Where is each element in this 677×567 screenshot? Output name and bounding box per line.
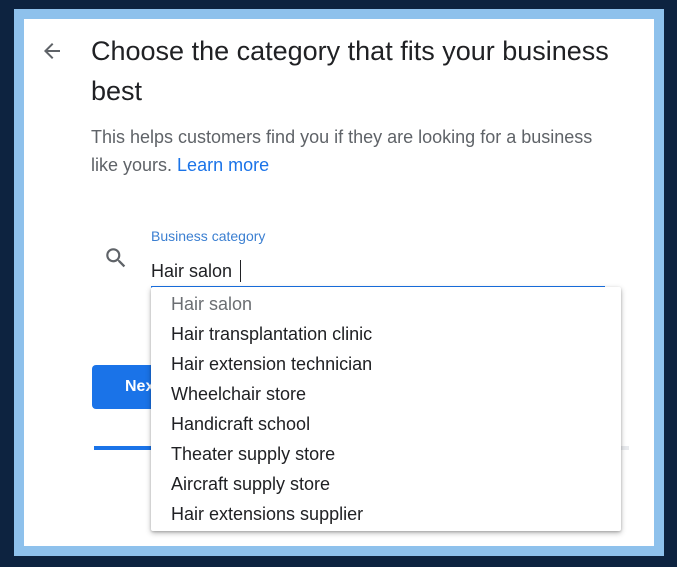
business-category-input[interactable]	[151, 256, 603, 286]
suggestion-item[interactable]: Hair transplantation clinic	[151, 319, 621, 349]
page-title: Choose the category that fits your busin…	[91, 36, 609, 106]
screenshot-frame: Choose the category that fits your busin…	[0, 0, 677, 567]
text-caret	[240, 260, 241, 282]
suggestion-item[interactable]: Hair salon	[151, 289, 621, 319]
search-icon	[106, 248, 126, 268]
category-card: Choose the category that fits your busin…	[24, 19, 654, 546]
learn-more-link[interactable]: Learn more	[177, 155, 269, 175]
suggestion-item[interactable]: Handicraft school	[151, 409, 621, 439]
page-description: This helps customers find you if they ar…	[91, 123, 611, 179]
description-text: This helps customers find you if they ar…	[91, 127, 593, 175]
suggestion-item[interactable]: Wheelchair store	[151, 379, 621, 409]
arrow-back-icon[interactable]	[40, 39, 64, 63]
suggestion-item[interactable]: Hair extensions supplier	[151, 499, 621, 529]
suggestion-item[interactable]: Aircraft supply store	[151, 469, 621, 499]
suggestion-item[interactable]: Theater supply store	[151, 439, 621, 469]
suggestion-item[interactable]: Hair extension technician	[151, 349, 621, 379]
progress-fill	[94, 446, 153, 450]
category-suggestions-dropdown: Hair salon Hair transplantation clinic Hai…	[151, 287, 621, 531]
business-category-label: Business category	[151, 228, 266, 244]
